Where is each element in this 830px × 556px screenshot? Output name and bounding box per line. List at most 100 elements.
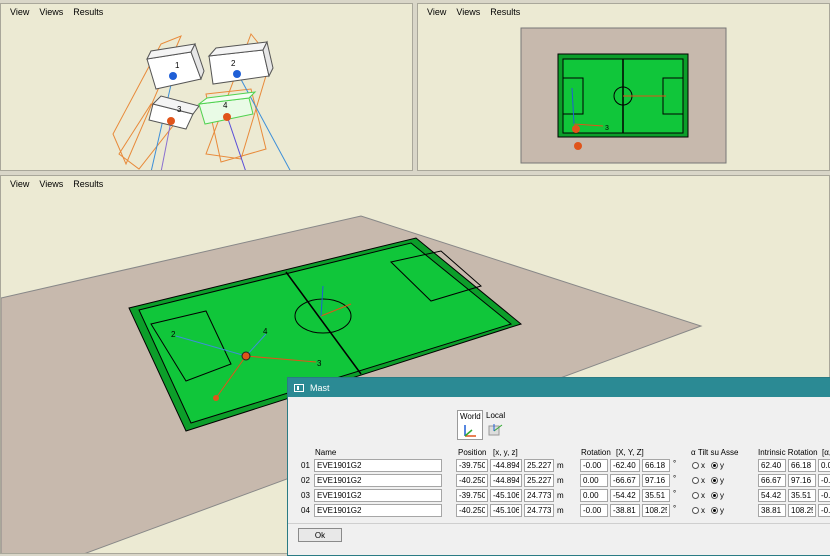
ray-2 bbox=[236, 71, 291, 170]
tilt-y-radio[interactable] bbox=[711, 492, 718, 499]
unit-m: m bbox=[557, 461, 564, 470]
tilt-x-radio[interactable] bbox=[692, 477, 699, 484]
rotation-x-field[interactable] bbox=[580, 474, 608, 487]
position-x-field[interactable] bbox=[456, 504, 488, 517]
world-axes-icon bbox=[464, 425, 476, 437]
row-number: 02 bbox=[301, 476, 310, 485]
intrinsic-c-field[interactable] bbox=[818, 504, 830, 517]
name-field[interactable] bbox=[314, 489, 442, 502]
radio-y-label: y bbox=[720, 506, 724, 515]
position-y-field[interactable] bbox=[490, 504, 522, 517]
position-z-field[interactable] bbox=[524, 504, 554, 517]
camera-cluster-viewport[interactable]: View Views Results 1 2 3 4 bbox=[0, 3, 413, 171]
name-field[interactable] bbox=[314, 504, 442, 517]
row-number: 01 bbox=[301, 461, 310, 470]
ray-4 bbox=[226, 115, 246, 170]
rotation-z-field[interactable] bbox=[642, 504, 670, 517]
intrinsic-a-field[interactable] bbox=[758, 474, 786, 487]
name-field[interactable] bbox=[314, 459, 442, 472]
position-z-field[interactable] bbox=[524, 459, 554, 472]
intrinsic-c-field[interactable] bbox=[818, 474, 830, 487]
intrinsic-a-field[interactable] bbox=[758, 459, 786, 472]
name-field[interactable] bbox=[314, 474, 442, 487]
intrinsic-a-field[interactable] bbox=[758, 489, 786, 502]
camera-box-4: 4 bbox=[197, 91, 257, 125]
window-icon bbox=[294, 383, 304, 392]
local-axes-icon bbox=[488, 424, 503, 436]
header-intrinsic: Intrinsic Rotation bbox=[758, 448, 818, 457]
header-rotation-axes: [X, Y, Z] bbox=[616, 448, 644, 457]
radio-y-label: y bbox=[720, 461, 724, 470]
camera-label-4: 4 bbox=[223, 101, 228, 110]
tilt-y-radio[interactable] bbox=[711, 507, 718, 514]
position-z-field[interactable] bbox=[524, 474, 554, 487]
intrinsic-b-field[interactable] bbox=[788, 489, 816, 502]
top-down-viewport[interactable]: View Views Results 3 bbox=[417, 3, 830, 171]
header-rotation: Rotation bbox=[581, 448, 611, 457]
radio-y-label: y bbox=[720, 491, 724, 500]
header-name: Name bbox=[315, 448, 337, 457]
ok-button[interactable]: Ok bbox=[298, 528, 342, 542]
position-z-field[interactable] bbox=[524, 489, 554, 502]
header-position-axes: [x, y, z] bbox=[493, 448, 518, 457]
intrinsic-b-field[interactable] bbox=[788, 474, 816, 487]
radio-x-label: x bbox=[701, 506, 705, 515]
intrinsic-a-field[interactable] bbox=[758, 504, 786, 517]
camera-box-3: 3 bbox=[148, 95, 200, 130]
world-label: World bbox=[460, 412, 481, 421]
main-label-2: 2 bbox=[171, 330, 176, 339]
row-number: 03 bbox=[301, 491, 310, 500]
camera-label-2: 2 bbox=[231, 59, 236, 68]
row-number: 04 bbox=[301, 506, 310, 515]
rotation-y-field[interactable] bbox=[610, 474, 640, 487]
main-label-4: 4 bbox=[263, 327, 268, 336]
header-position: Position bbox=[458, 448, 487, 457]
rotation-x-field[interactable] bbox=[580, 489, 608, 502]
intrinsic-c-field[interactable] bbox=[818, 489, 830, 502]
position-x-field[interactable] bbox=[456, 459, 488, 472]
camera-box-2: 2 bbox=[207, 40, 274, 85]
local-label: Local bbox=[486, 411, 506, 420]
top-down-label-3: 3 bbox=[605, 125, 609, 132]
tilt-x-radio[interactable] bbox=[692, 462, 699, 469]
unit-deg: ° bbox=[673, 459, 677, 468]
unit-m: m bbox=[557, 476, 564, 485]
camera-box-1: 1 bbox=[146, 42, 205, 90]
intrinsic-b-field[interactable] bbox=[788, 459, 816, 472]
position-x-field[interactable] bbox=[456, 489, 488, 502]
radio-x-label: x bbox=[701, 461, 705, 470]
tilt-y-radio[interactable] bbox=[711, 477, 718, 484]
unit-deg: ° bbox=[673, 504, 677, 513]
header-intrinsic-axes: [α, bbox=[822, 448, 830, 457]
world-frame-button[interactable]: World bbox=[457, 410, 483, 440]
rotation-y-field[interactable] bbox=[610, 489, 640, 502]
camera-label-1: 1 bbox=[175, 61, 180, 70]
position-y-field[interactable] bbox=[490, 489, 522, 502]
mast-dialog[interactable]: Mast World Local Name Position [x, y, z]… bbox=[287, 377, 830, 556]
unit-m: m bbox=[557, 491, 564, 500]
dialog-separator bbox=[288, 523, 830, 524]
radio-y-label: y bbox=[720, 476, 724, 485]
rotation-x-field[interactable] bbox=[580, 504, 608, 517]
rotation-z-field[interactable] bbox=[642, 459, 670, 472]
position-x-field[interactable] bbox=[456, 474, 488, 487]
intrinsic-b-field[interactable] bbox=[788, 504, 816, 517]
position-y-field[interactable] bbox=[490, 459, 522, 472]
dialog-titlebar[interactable]: Mast bbox=[288, 378, 830, 397]
rotation-z-field[interactable] bbox=[642, 474, 670, 487]
intrinsic-c-field[interactable] bbox=[818, 459, 830, 472]
position-y-field[interactable] bbox=[490, 474, 522, 487]
tilt-y-radio[interactable] bbox=[711, 462, 718, 469]
top-down-drawing: 3 bbox=[520, 27, 727, 164]
tilt-x-radio[interactable] bbox=[692, 492, 699, 499]
local-frame-button[interactable]: Local bbox=[485, 410, 511, 440]
rotation-z-field[interactable] bbox=[642, 489, 670, 502]
rotation-y-field[interactable] bbox=[610, 504, 640, 517]
radio-x-label: x bbox=[701, 476, 705, 485]
tilt-x-radio[interactable] bbox=[692, 507, 699, 514]
rotation-x-field[interactable] bbox=[580, 459, 608, 472]
dialog-title: Mast bbox=[310, 382, 330, 393]
rotation-y-field[interactable] bbox=[610, 459, 640, 472]
unit-deg: ° bbox=[673, 489, 677, 498]
ray-3 bbox=[160, 120, 172, 170]
